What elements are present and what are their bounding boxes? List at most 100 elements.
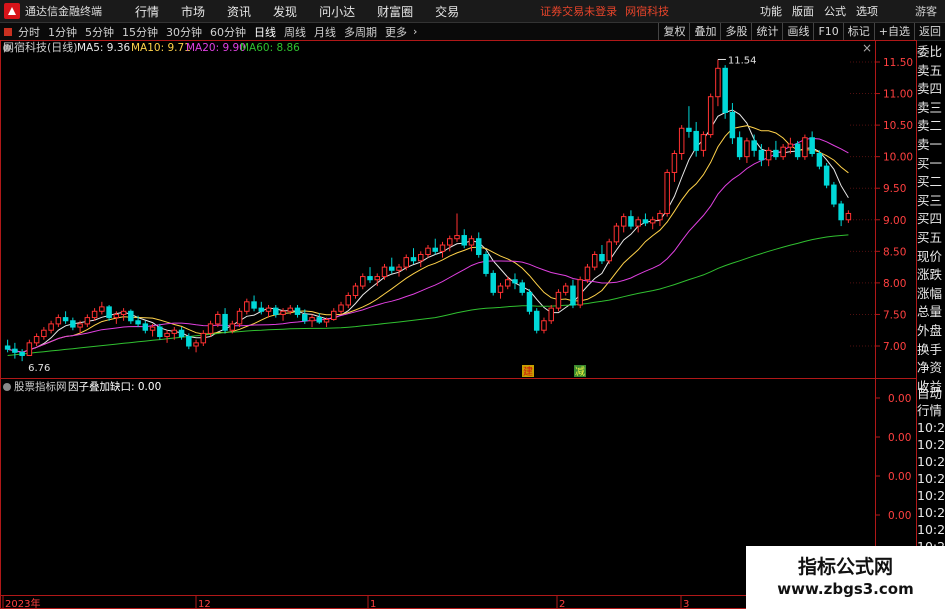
candle-body xyxy=(773,149,779,158)
menu-item-trade[interactable]: 交易 xyxy=(424,3,470,20)
menu-item-wealth[interactable]: 财富圈 xyxy=(366,3,424,20)
adjust-button[interactable]: 复权 xyxy=(658,23,689,40)
indicator-settings-icon[interactable] xyxy=(3,383,11,391)
ma5-line xyxy=(7,109,849,353)
candle-body xyxy=(751,140,757,151)
quote-label: 卖五 xyxy=(917,62,943,78)
candle-body xyxy=(207,323,214,334)
multi-stock-button[interactable]: 多股 xyxy=(720,23,751,40)
ma-legend: MA5: 9.36 MA10: 9.71 MA20: 9.90 MA60: 8.… xyxy=(77,42,300,54)
trade-time: 10:27 xyxy=(917,488,945,503)
period-monthly[interactable]: 月线 xyxy=(310,24,340,40)
more-chevron-icon[interactable]: › xyxy=(411,25,419,38)
candle-body xyxy=(403,257,410,268)
candle-body xyxy=(664,171,670,214)
candle-body xyxy=(62,317,69,322)
mark-button[interactable]: 标记 xyxy=(842,23,874,40)
candle-body xyxy=(323,318,330,323)
ma20-label: MA20: 9.90 xyxy=(186,42,246,54)
candle-body xyxy=(84,317,91,325)
quote-label: 买一 xyxy=(917,155,943,171)
menu-item-layout[interactable]: 版面 xyxy=(787,3,819,19)
quote-label: 涨幅 xyxy=(917,285,943,301)
trade-tab[interactable]: 行情 xyxy=(917,402,945,419)
menu-item-discover[interactable]: 发现 xyxy=(262,3,308,20)
candle-body xyxy=(512,279,518,284)
period-1min[interactable]: 1分钟 xyxy=(44,24,81,40)
draw-line-button[interactable]: 画线 xyxy=(782,23,813,40)
candle-body xyxy=(41,329,47,338)
period-30min[interactable]: 30分钟 xyxy=(162,24,206,40)
time-tick-label: 3 xyxy=(683,599,689,609)
quote-label: 买四 xyxy=(917,211,943,227)
candle-body xyxy=(671,153,678,173)
period-multi[interactable]: 多周期 xyxy=(340,24,381,40)
candle-body xyxy=(149,326,156,331)
period-15min[interactable]: 15分钟 xyxy=(118,24,162,40)
trade-time: 10:27 xyxy=(917,437,945,452)
menu-item-market[interactable]: 市场 xyxy=(170,3,216,20)
candle-body xyxy=(302,313,308,322)
candle-body xyxy=(758,149,765,161)
candle-body xyxy=(787,143,794,148)
candle-body xyxy=(657,212,663,221)
watermark-url: www.zbgs3.com xyxy=(777,580,914,598)
login-notice[interactable]: 证券交易未登录 xyxy=(540,3,617,19)
candle-body xyxy=(831,184,837,205)
period-daily[interactable]: 日线 xyxy=(250,24,280,40)
candle-body xyxy=(584,266,591,281)
period-5min[interactable]: 5分钟 xyxy=(81,24,118,40)
candle-body xyxy=(599,253,605,262)
period-tick[interactable]: 分时 xyxy=(14,24,44,40)
candle-body xyxy=(454,235,460,240)
menu-item-options[interactable]: 选项 xyxy=(851,3,883,19)
add-watchlist-button[interactable]: +自选 xyxy=(873,23,914,40)
candle-body xyxy=(700,134,707,151)
candle-body xyxy=(715,67,721,98)
menu-item-function[interactable]: 功能 xyxy=(755,3,787,19)
indicator-source: 股票指标网 xyxy=(14,380,67,393)
period-weekly[interactable]: 周线 xyxy=(280,24,310,40)
f10-button[interactable]: F10 xyxy=(813,23,842,40)
price-tick-label: 11.00 xyxy=(883,89,913,101)
candle-body xyxy=(265,307,272,312)
quote-label: 涨跌 xyxy=(917,267,943,283)
price-tick-label: 9.50 xyxy=(883,183,906,195)
candle-body xyxy=(280,310,286,315)
statistics-button[interactable]: 统计 xyxy=(751,23,782,40)
quote-label: 外盘 xyxy=(917,322,943,338)
indicator-value: 因子叠加缺口: 0.00 xyxy=(68,380,161,393)
right-menu: 功能 版面 公式 选项 xyxy=(755,0,883,22)
candle-body xyxy=(48,323,54,331)
period-toolbar: 分时 1分钟 5分钟 15分钟 30分钟 60分钟 日线 周线 月线 多周期 更… xyxy=(0,23,945,41)
toolbar-right-buttons: 复权 叠加 多股 统计 画线 F10 标记 +自选 返回 xyxy=(658,23,945,40)
close-icon[interactable]: × xyxy=(862,41,872,55)
candle-body xyxy=(519,282,525,293)
login-button[interactable]: 游客 xyxy=(915,3,937,19)
trade-tab[interactable]: 自动 xyxy=(917,385,945,402)
trade-time: 10:27 xyxy=(917,471,945,486)
candle-body xyxy=(628,216,634,227)
menu-item-formula[interactable]: 公式 xyxy=(819,3,851,19)
menu-item-quotes[interactable]: 行情 xyxy=(124,3,170,20)
candle-body xyxy=(809,137,815,155)
ma-lines xyxy=(7,109,849,356)
candle-body xyxy=(642,219,649,224)
candle-body xyxy=(186,336,192,347)
period-60min[interactable]: 60分钟 xyxy=(206,24,250,40)
candle-body xyxy=(693,130,699,151)
kline-chart[interactable]: 网宿科技(日线) MA5: 9.36 MA10: 9.71 MA20: 9.90… xyxy=(0,40,945,609)
sell-signal-text: 减 xyxy=(575,366,585,378)
period-more[interactable]: 更多 xyxy=(381,24,411,40)
candle-body xyxy=(381,266,388,278)
trade-time: 10:27 xyxy=(917,454,945,469)
candle-body xyxy=(526,291,533,312)
back-button[interactable]: 返回 xyxy=(914,23,945,40)
overlay-button[interactable]: 叠加 xyxy=(689,23,720,40)
candle-body xyxy=(142,323,149,331)
candle-body xyxy=(707,96,714,136)
menu-item-news[interactable]: 资讯 xyxy=(216,3,262,20)
candle-body xyxy=(678,127,685,155)
candle-body xyxy=(316,317,323,323)
menu-item-ask[interactable]: 问小达 xyxy=(308,3,366,20)
